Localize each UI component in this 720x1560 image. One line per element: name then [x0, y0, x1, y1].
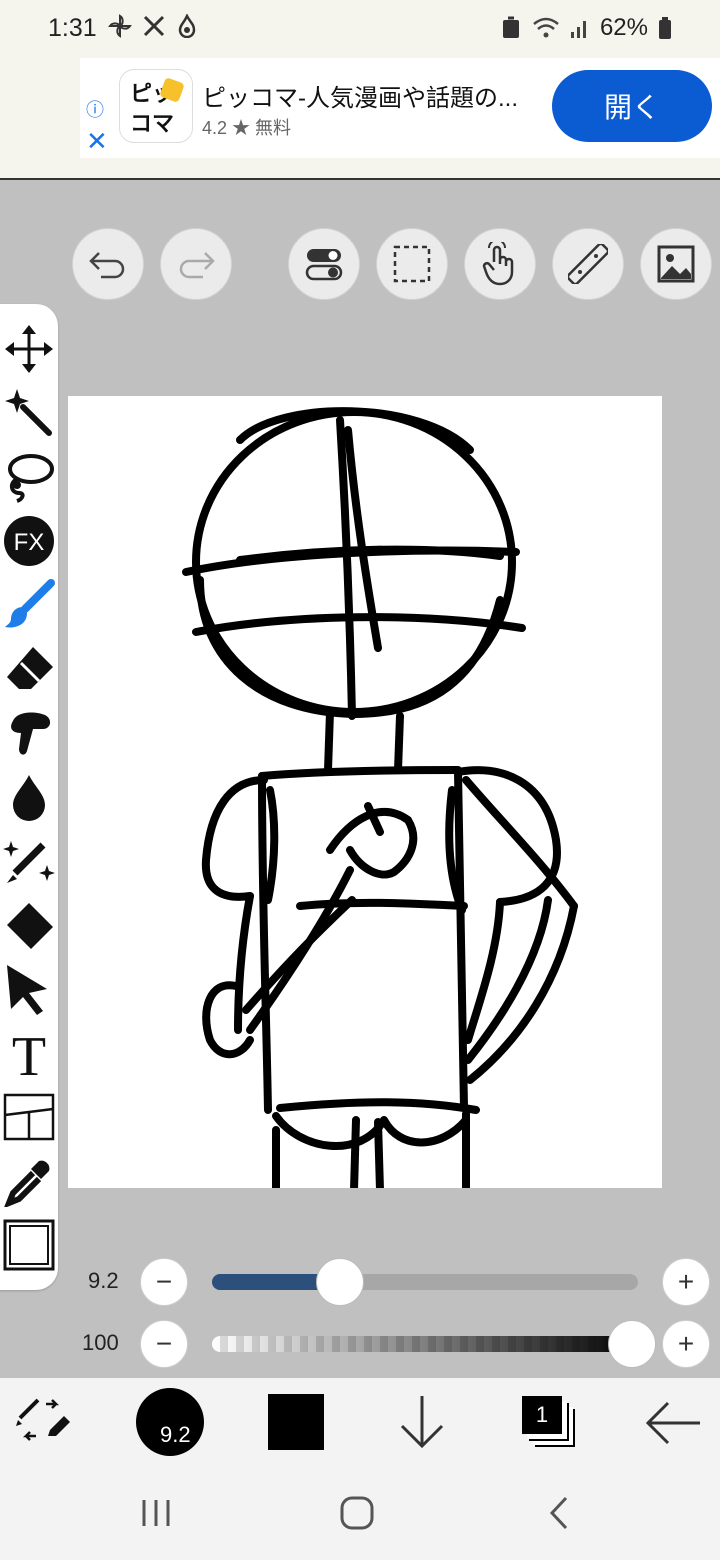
smudge-tool[interactable] — [0, 704, 58, 762]
redo-button[interactable] — [160, 228, 232, 300]
ad-banner[interactable]: ⓘ ✕ ピッ コマ ピッコマ-人気漫画や話題の... 4.2 ★ 無料 開く — [80, 58, 720, 158]
arrow-down-icon — [400, 1396, 444, 1449]
arrow-left-icon — [645, 1401, 700, 1445]
brush-icon — [5, 579, 55, 628]
selection-rect-icon — [393, 245, 431, 283]
gesture-button[interactable] — [464, 228, 536, 300]
lasso-tool[interactable] — [0, 448, 58, 506]
brush-size-value: 9.2 — [160, 1422, 191, 1447]
blur-tool[interactable] — [0, 768, 58, 826]
ruler-icon — [568, 244, 608, 284]
sketch-drawing — [182, 407, 578, 1188]
recent-apps-icon — [142, 1500, 170, 1526]
pen-eraser-swap-icon — [16, 1398, 70, 1441]
text-tool[interactable]: T — [0, 1024, 58, 1082]
image-button[interactable] — [640, 228, 712, 300]
battery-icon — [659, 17, 671, 39]
lasso-icon — [8, 454, 54, 503]
image-icon — [657, 245, 695, 283]
brush-size-slider-thumb[interactable] — [315, 1258, 364, 1306]
drawing-canvas[interactable] — [68, 396, 662, 1188]
eraser-icon — [7, 647, 53, 689]
selection-button[interactable] — [376, 228, 448, 300]
toggle-switch-icon — [305, 249, 343, 281]
chevron-left-icon — [549, 1496, 568, 1530]
status-time: 1:31 — [48, 14, 97, 42]
x-logo-icon — [143, 15, 165, 37]
fx-icon: FX — [4, 516, 54, 566]
status-bar: 1:31 62% — [0, 0, 720, 58]
home-button[interactable] — [338, 1494, 376, 1537]
recent-apps-button[interactable] — [138, 1496, 174, 1535]
ad-title: ピッコマ-人気漫画や話題の... — [202, 85, 518, 112]
finger-icon — [11, 712, 51, 755]
move-arrows-icon — [5, 325, 53, 373]
eraser-tool[interactable] — [0, 640, 58, 698]
toggle-button[interactable] — [288, 228, 360, 300]
bottom-toolbar: 9.2 1 — [0, 1378, 720, 1466]
battery-level: 62% — [599, 14, 648, 41]
cursor-arrow-icon — [7, 965, 47, 1015]
undo-button[interactable] — [72, 228, 144, 300]
canvas-square-icon — [3, 1219, 55, 1271]
ruler-button[interactable] — [552, 228, 624, 300]
brush-size-slider[interactable] — [212, 1274, 638, 1290]
flame-icon — [178, 14, 196, 38]
color-swatch[interactable] — [268, 1394, 324, 1450]
paint-bucket-icon — [7, 903, 53, 949]
fx-filter-tool[interactable]: FX — [0, 512, 58, 570]
back-arrow-button[interactable] — [644, 1398, 704, 1453]
frame-divider-tool[interactable] — [0, 1088, 58, 1146]
system-back-button[interactable] — [544, 1494, 574, 1537]
signal-icon — [570, 21, 586, 38]
brush-size-label: 9.2 — [88, 1268, 119, 1293]
opacity-increase-button[interactable]: + — [662, 1320, 710, 1368]
frame-panels-icon — [3, 1093, 55, 1141]
ad-info-icon[interactable]: ⓘ — [86, 96, 104, 122]
ad-open-button[interactable]: 開く — [552, 70, 712, 142]
canvas-tool[interactable] — [0, 1216, 58, 1274]
effect-brush-tool[interactable] — [0, 832, 58, 890]
magic-wand-tool[interactable] — [0, 384, 58, 442]
recycle-icon — [502, 16, 519, 38]
redo-icon — [179, 252, 215, 279]
size-decrease-button[interactable]: − — [140, 1258, 188, 1306]
pinwheel-icon — [108, 14, 132, 38]
magic-wand-icon — [5, 389, 52, 436]
svg-text:FX: FX — [14, 529, 45, 556]
move-tool[interactable] — [0, 320, 58, 378]
text-t-icon: T — [12, 1027, 46, 1079]
opacity-decrease-button[interactable]: − — [140, 1320, 188, 1368]
select-operation-tool[interactable] — [0, 960, 58, 1018]
tool-palette: FX T — [0, 304, 58, 1290]
ad-close-icon[interactable]: ✕ — [86, 126, 108, 157]
undo-icon — [89, 252, 125, 279]
app-logo: ピッ コマ — [120, 70, 192, 142]
brush-tool[interactable] — [0, 576, 58, 634]
touch-hand-icon — [482, 242, 514, 286]
layers-button[interactable]: 1 — [522, 1396, 562, 1434]
ad-banner-area: ⓘ ✕ ピッ コマ ピッコマ-人気漫画や話題の... 4.2 ★ 無料 開く — [0, 58, 720, 180]
eyedropper-tool[interactable] — [0, 1152, 58, 1210]
droplet-icon — [13, 775, 45, 821]
status-right: 62% — [500, 14, 672, 42]
opacity-slider[interactable] — [212, 1336, 638, 1352]
opacity-label: 100 — [82, 1330, 119, 1355]
system-nav-bar — [0, 1466, 720, 1560]
eyedropper-icon — [4, 1160, 50, 1207]
wifi-icon — [533, 17, 559, 38]
svg-text:T: T — [12, 1027, 46, 1079]
logo-text-bottom: コマ — [130, 111, 175, 136]
home-icon — [340, 1496, 374, 1530]
ad-rating: 4.2 ★ 無料 — [202, 118, 292, 138]
opacity-slider-thumb[interactable] — [608, 1320, 656, 1368]
sparkle-pen-icon — [3, 841, 55, 883]
swap-tool-button[interactable] — [14, 1396, 74, 1455]
notification-icons — [108, 14, 198, 38]
layer-down-button[interactable] — [396, 1392, 448, 1457]
size-increase-button[interactable]: + — [662, 1258, 710, 1306]
fill-tool[interactable] — [0, 896, 58, 954]
